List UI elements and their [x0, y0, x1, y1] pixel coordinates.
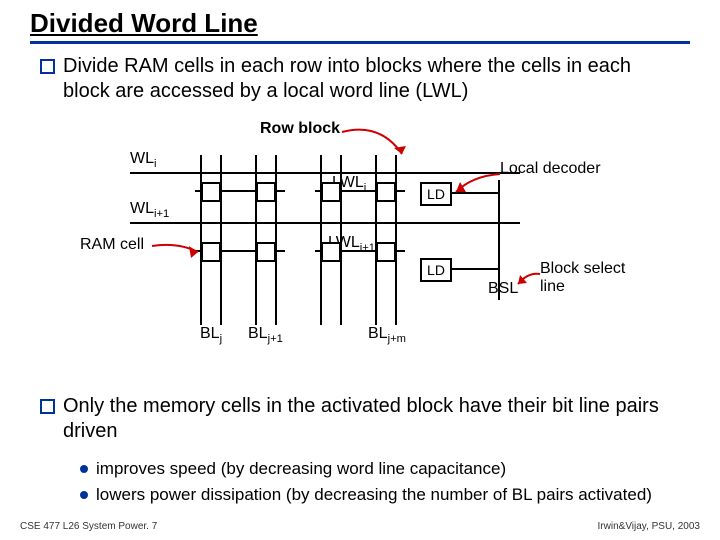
bl-1b [220, 155, 222, 325]
bl-jm-sub: j+m [388, 333, 406, 345]
ram-cell [321, 242, 341, 262]
sub-1-text: improves speed (by decreasing word line … [96, 458, 506, 479]
label-wl-i1: WLi+1 [130, 200, 169, 218]
label-bl-j1: BLj+1 [248, 325, 283, 343]
ram-cell [256, 242, 276, 262]
sub-bullet-1: improves speed (by decreasing word line … [80, 458, 680, 479]
ram-cell [256, 182, 276, 202]
lwl-i1-sub: i+1 [360, 242, 375, 254]
diagram: Row block WLi WLi+1 LW [80, 120, 640, 380]
bl-2c [375, 155, 377, 325]
bullet-1: Divide RAM cells in each row into blocks… [40, 54, 680, 104]
arrow-bsl [516, 270, 546, 294]
ld-box-2: LD [420, 258, 452, 282]
bl-j1-text: BL [248, 325, 268, 342]
lwl-i-sub: i [364, 182, 367, 194]
bl-j-sub: j [220, 333, 223, 345]
ram-cell [376, 182, 396, 202]
arrow-row-block [340, 126, 420, 166]
bullet-2-text: Only the memory cells in the activated b… [63, 394, 680, 444]
label-bsl: BSL [488, 280, 518, 298]
sub-bullet-2: lowers power dissipation (by decreasing … [80, 484, 680, 505]
label-bl-j: BLj [200, 325, 222, 343]
bl-1d [275, 155, 277, 325]
ram-cell [376, 242, 396, 262]
sub-2-text: lowers power dissipation (by decreasing … [96, 484, 652, 505]
wl-i-sub: i [154, 158, 157, 170]
label-block-select: Block select line [540, 260, 640, 295]
bl-2a [320, 155, 322, 325]
wl-i1-text: WL [130, 200, 154, 217]
footer-right: Irwin&Vijay, PSU, 2003 [598, 521, 700, 532]
round-bullet-icon [80, 491, 88, 499]
slide-title: Divided Word Line [30, 8, 258, 38]
bullet-2: Only the memory cells in the activated b… [40, 394, 680, 444]
label-ram-cell: RAM cell [80, 236, 144, 254]
bullet-1-text: Divide RAM cells in each row into blocks… [63, 54, 680, 104]
wl-i1-sub: i+1 [154, 208, 169, 220]
slide: Divided Word Line Divide RAM cells in ea… [0, 0, 720, 540]
wl-i-text: WL [130, 150, 154, 167]
footer-left: CSE 477 L26 System Power. 7 [20, 521, 157, 532]
ld-box-1: LD [420, 182, 452, 206]
label-local-decoder: Local decoder [500, 160, 601, 178]
square-bullet-icon [40, 59, 55, 74]
ram-cell [321, 182, 341, 202]
round-bullet-icon [80, 465, 88, 473]
square-bullet-icon [40, 399, 55, 414]
label-row-block: Row block [260, 120, 340, 138]
bl-j-text: BL [200, 325, 220, 342]
arrow-ram-cell [150, 240, 210, 270]
title-underline: Divided Word Line [30, 8, 690, 44]
ram-cell [201, 182, 221, 202]
bl-j1-sub: j+1 [268, 333, 283, 345]
ld2-out [450, 268, 500, 270]
arrow-local-decoder [452, 172, 512, 202]
line-wl-i1 [130, 222, 520, 224]
bl-2d [395, 155, 397, 325]
label-wl-i: WLi [130, 150, 157, 168]
bl-1c [255, 155, 257, 325]
bl-jm-text: BL [368, 325, 388, 342]
label-bl-jm: BLj+m [368, 325, 406, 343]
